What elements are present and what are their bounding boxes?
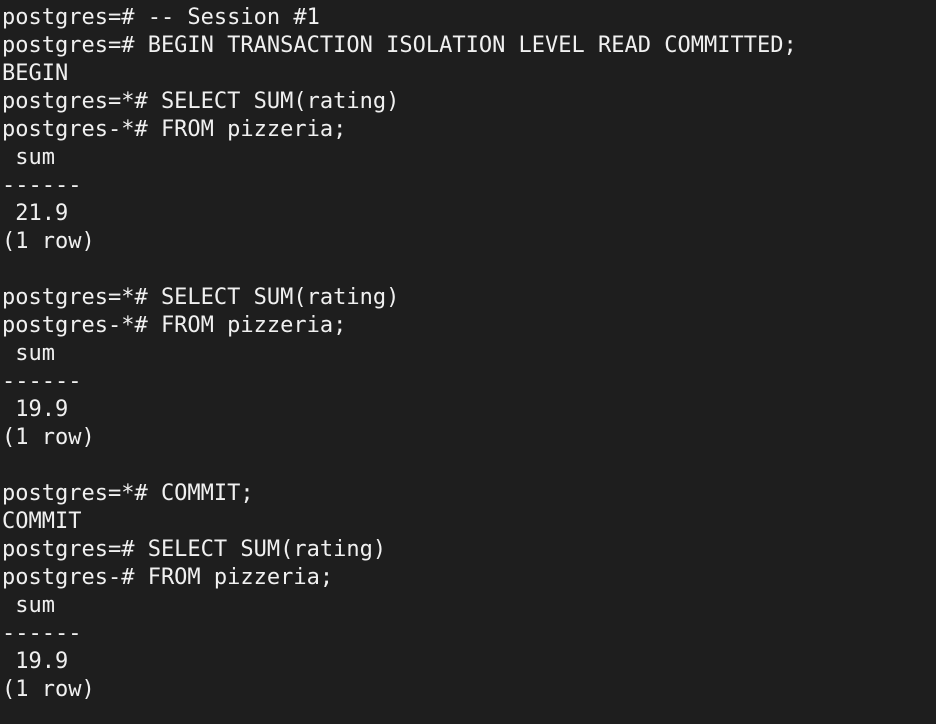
terminal-line: sum — [2, 145, 55, 170]
terminal-line: postgres=*# COMMIT; — [2, 481, 254, 506]
terminal-line: ------ — [2, 173, 82, 198]
terminal-line: sum — [2, 341, 55, 366]
terminal-line: ------ — [2, 369, 82, 394]
terminal-line: BEGIN — [2, 61, 69, 86]
terminal-line: postgres=# SELECT SUM(rating) — [2, 537, 387, 562]
terminal-line: 19.9 — [2, 397, 69, 422]
terminal-line: postgres=# -- Session #1 — [2, 5, 320, 30]
terminal-window[interactable]: postgres=# -- Session #1 postgres=# BEGI… — [0, 0, 936, 724]
terminal-line: postgres=*# SELECT SUM(rating) — [2, 89, 400, 114]
terminal-line: 19.9 — [2, 649, 69, 674]
terminal-line: postgres=# BEGIN TRANSACTION ISOLATION L… — [2, 33, 797, 58]
terminal-line: (1 row) — [2, 677, 95, 702]
terminal-line: postgres-# FROM pizzeria; — [2, 565, 334, 590]
terminal-line: (1 row) — [2, 425, 95, 450]
terminal-line: (1 row) — [2, 229, 95, 254]
terminal-line: ------ — [2, 621, 82, 646]
terminal-line: COMMIT — [2, 509, 82, 534]
terminal-line: sum — [2, 593, 55, 618]
terminal-line: 21.9 — [2, 201, 69, 226]
terminal-line: postgres-*# FROM pizzeria; — [2, 313, 347, 338]
terminal-line: postgres-*# FROM pizzeria; — [2, 117, 347, 142]
terminal-line: postgres=*# SELECT SUM(rating) — [2, 285, 400, 310]
